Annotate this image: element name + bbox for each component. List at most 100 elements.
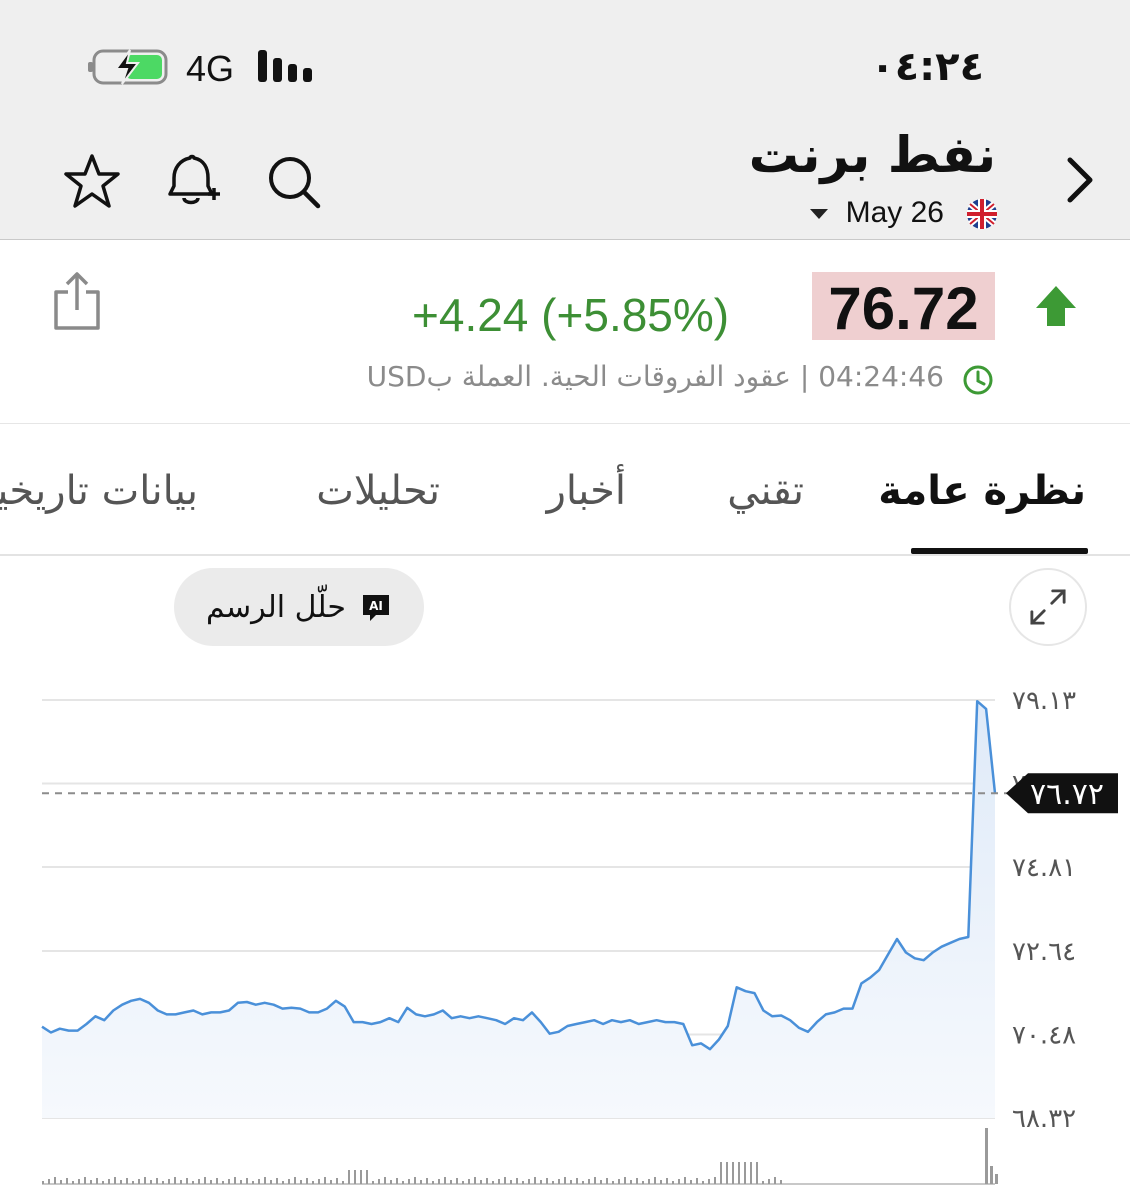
volume-bar (564, 1177, 566, 1184)
volume-bar (480, 1180, 482, 1184)
up-arrow-icon (1036, 286, 1076, 326)
volume-bar (678, 1179, 680, 1184)
volume-bar (144, 1177, 146, 1184)
volume-bar (354, 1170, 356, 1184)
contract-selector[interactable]: May 26 (846, 196, 944, 230)
volume-bar (276, 1178, 278, 1184)
volume-bar (540, 1180, 542, 1184)
volume-bar (444, 1177, 446, 1184)
clock-icon (963, 365, 993, 395)
volume-bar (468, 1179, 470, 1184)
price-line (41, 699, 997, 1051)
price-area (42, 701, 995, 1118)
cellular-signal-icon (258, 50, 312, 82)
volume-bar (120, 1180, 122, 1184)
volume-bar (456, 1178, 458, 1184)
volume-bar (582, 1181, 584, 1184)
volume-bar (168, 1179, 170, 1184)
volume-bar (750, 1162, 752, 1184)
volume-bar (546, 1178, 548, 1184)
volume-bar (684, 1177, 686, 1184)
volume-bar (624, 1177, 626, 1184)
instrument-title: نفط برنت (748, 126, 996, 184)
volume-bar (42, 1181, 44, 1184)
volume-bar (732, 1162, 734, 1184)
search-icon[interactable] (262, 150, 326, 214)
star-icon[interactable] (60, 150, 124, 214)
volume-bar (252, 1181, 254, 1184)
volume-bar (570, 1180, 572, 1184)
ai-badge-text: AI (369, 599, 383, 613)
volume-bar (672, 1181, 674, 1184)
volume-bar (240, 1180, 242, 1184)
volume-bar (48, 1179, 50, 1184)
expand-chart-button[interactable] (1009, 568, 1087, 646)
y-tick-label: ٧٤.٨١ (1012, 853, 1076, 883)
volume-bar (588, 1179, 590, 1184)
volume-bar (486, 1178, 488, 1184)
volume-bar (985, 1128, 988, 1184)
volume-bar (690, 1180, 692, 1184)
analyze-chart-label[interactable]: حلّل الرسم (206, 590, 346, 625)
volume-bar (318, 1179, 320, 1184)
volume-bar (744, 1162, 746, 1184)
volume-bar (186, 1178, 188, 1184)
quote-meta: 04:24:46 | عقود الفروقات الحية. العملة ب… (367, 360, 944, 393)
tab-historical-data[interactable]: بيانات تاريخية (0, 468, 198, 514)
volume-bar (714, 1177, 716, 1184)
volume-bar (126, 1178, 128, 1184)
volume-bar (648, 1179, 650, 1184)
volume-bar (462, 1181, 464, 1184)
tab-bar: نظرة عامة تقني أخبار تحليلات بيانات تاري… (0, 468, 1130, 556)
bell-plus-icon[interactable] (160, 150, 224, 214)
uk-flag-icon (967, 199, 997, 229)
volume-bar (384, 1177, 386, 1184)
volume-bar (396, 1178, 398, 1184)
active-tab-indicator (911, 548, 1088, 554)
share-icon[interactable] (50, 270, 104, 332)
volume-bar (768, 1179, 770, 1184)
volume-bar (378, 1179, 380, 1184)
tab-overview[interactable]: نظرة عامة (878, 468, 1086, 514)
volume-bar (498, 1179, 500, 1184)
quote-description: عقود الفروقات الحية. العملة بUSD (366, 360, 791, 393)
volume-bar (756, 1162, 758, 1184)
volume-bar (258, 1179, 260, 1184)
volume-bar (510, 1180, 512, 1184)
volume-bar (288, 1179, 290, 1184)
volume-bar (132, 1181, 134, 1184)
volume-bar (492, 1181, 494, 1184)
volume-bar (654, 1177, 656, 1184)
price-chart[interactable]: ٧٩.١٣٧٦.٩٧٧٤.٨١٧٢.٦٤٧٠.٤٨٦٨.٣٢ ٧٦.٧٢ (0, 660, 1130, 1200)
tab-news[interactable]: أخبار (547, 468, 626, 514)
y-tick-label: ٦٨.٣٢ (1012, 1104, 1076, 1134)
volume-bar (600, 1180, 602, 1184)
y-tick-label: ٧٠.٤٨ (1012, 1020, 1076, 1050)
volume-bar (696, 1178, 698, 1184)
volume-bar (90, 1180, 92, 1184)
volume-bar (426, 1178, 428, 1184)
status-time: ٠٤:٢٤ (870, 44, 984, 90)
volume-bar (180, 1180, 182, 1184)
volume-bar (192, 1181, 194, 1184)
volume-bar (995, 1174, 998, 1184)
volume-bar (222, 1181, 224, 1184)
volume-bar (138, 1179, 140, 1184)
volume-bar (720, 1162, 722, 1184)
volume-bar (210, 1180, 212, 1184)
meta-separator: | (799, 360, 810, 393)
tab-analysis[interactable]: تحليلات (316, 468, 440, 514)
volume-bar (504, 1177, 506, 1184)
battery-charging-icon (88, 49, 168, 85)
chevron-right-icon[interactable] (1060, 150, 1100, 210)
caret-down-icon[interactable] (810, 209, 828, 219)
volume-bar (72, 1181, 74, 1184)
volume-bar (270, 1180, 272, 1184)
volume-bar (96, 1178, 98, 1184)
volume-bar (78, 1179, 80, 1184)
current-price-label: ٧٦.٧٢ (1030, 777, 1104, 812)
y-tick-label: ٧٢.٦٤ (1012, 937, 1076, 967)
volume-bar (66, 1178, 68, 1184)
tab-technical[interactable]: تقني (727, 468, 804, 514)
volume-bar (552, 1181, 554, 1184)
